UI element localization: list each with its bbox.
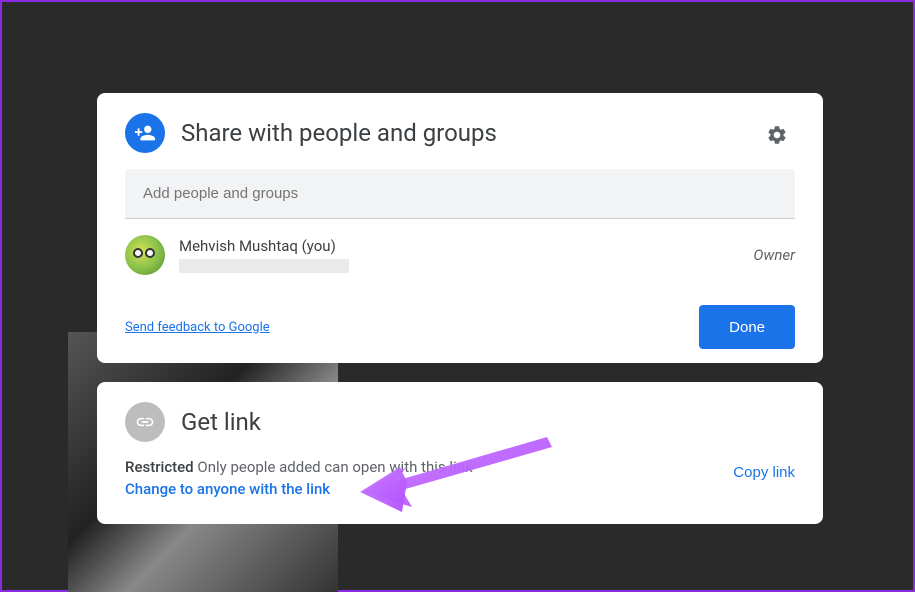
share-title: Share with people and groups	[181, 119, 497, 147]
person-email-redacted	[179, 259, 349, 273]
link-title: Get link	[181, 408, 261, 436]
share-footer: Send feedback to Google Done	[125, 305, 795, 349]
person-row: Mehvish Mushtaq (you) Owner	[125, 235, 795, 275]
done-button[interactable]: Done	[699, 305, 795, 349]
link-body: Restricted Only people added can open wi…	[125, 458, 795, 498]
restricted-desc: Only people added can open with this lin…	[197, 458, 472, 476]
share-header: Share with people and groups	[125, 113, 795, 153]
link-left: Restricted Only people added can open wi…	[125, 458, 713, 498]
add-people-input[interactable]	[125, 169, 795, 219]
role-label: Owner	[753, 246, 795, 264]
restricted-label: Restricted	[125, 458, 194, 476]
restricted-line: Restricted Only people added can open wi…	[125, 458, 713, 476]
person-add-icon	[125, 113, 165, 153]
change-link[interactable]: Change to anyone with the link	[125, 480, 713, 498]
link-icon	[125, 402, 165, 442]
copy-link-button[interactable]: Copy link	[733, 458, 795, 481]
gear-icon	[766, 124, 788, 146]
avatar	[125, 235, 165, 275]
feedback-link[interactable]: Send feedback to Google	[125, 320, 270, 335]
person-name: Mehvish Mushtaq (you)	[179, 237, 739, 255]
get-link-card: Get link Restricted Only people added ca…	[97, 382, 823, 524]
share-dialog: Share with people and groups Mehvish Mus…	[97, 93, 823, 363]
settings-button[interactable]	[759, 117, 795, 153]
person-info: Mehvish Mushtaq (you)	[179, 237, 739, 273]
link-header: Get link	[125, 402, 795, 442]
